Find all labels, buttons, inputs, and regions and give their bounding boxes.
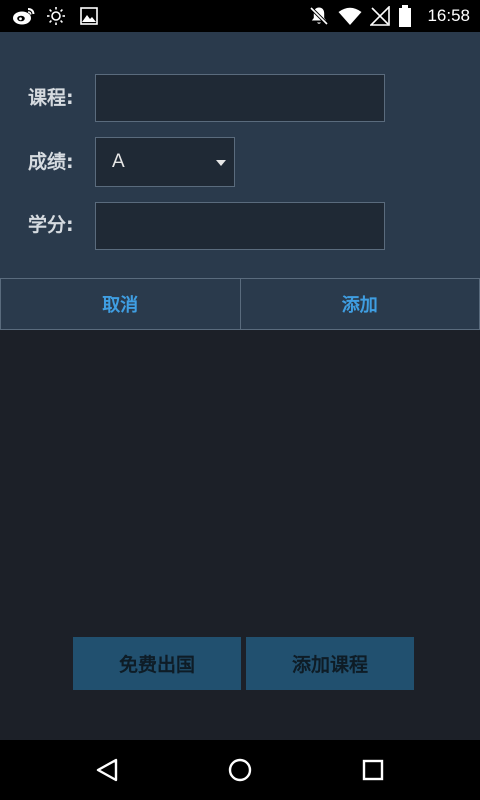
status-bar: 16:58 xyxy=(0,0,480,32)
notifications-off-icon xyxy=(309,6,329,26)
credit-label: 学分: xyxy=(28,214,74,236)
cancel-button[interactable]: 取消 xyxy=(1,279,241,329)
image-icon xyxy=(80,7,98,25)
back-icon[interactable] xyxy=(92,755,122,785)
navigation-bar xyxy=(0,740,480,800)
wifi-icon xyxy=(338,7,362,25)
free-abroad-button[interactable]: 免费出国 xyxy=(73,637,241,690)
home-icon[interactable] xyxy=(225,755,255,785)
add-course-button[interactable]: 添加课程 xyxy=(246,637,414,690)
dialog-button-row: 取消 添加 xyxy=(0,278,480,330)
credit-input[interactable] xyxy=(95,202,385,250)
recents-icon[interactable] xyxy=(358,755,388,785)
add-button[interactable]: 添加 xyxy=(241,279,480,329)
course-input[interactable] xyxy=(95,74,385,122)
add-course-dialog: 课程: 成绩: A 学分: 取消 添加 xyxy=(0,32,480,330)
grade-select-value: A xyxy=(112,151,125,172)
battery-icon xyxy=(399,5,411,27)
dropdown-arrow-icon xyxy=(216,160,226,166)
status-time: 16:58 xyxy=(427,6,470,25)
grade-select[interactable]: A xyxy=(95,137,235,187)
no-signal-icon xyxy=(370,6,390,26)
course-label: 课程: xyxy=(28,87,74,109)
brightness-icon xyxy=(47,7,65,25)
grade-label: 成绩: xyxy=(28,151,74,173)
weibo-icon xyxy=(13,8,35,25)
